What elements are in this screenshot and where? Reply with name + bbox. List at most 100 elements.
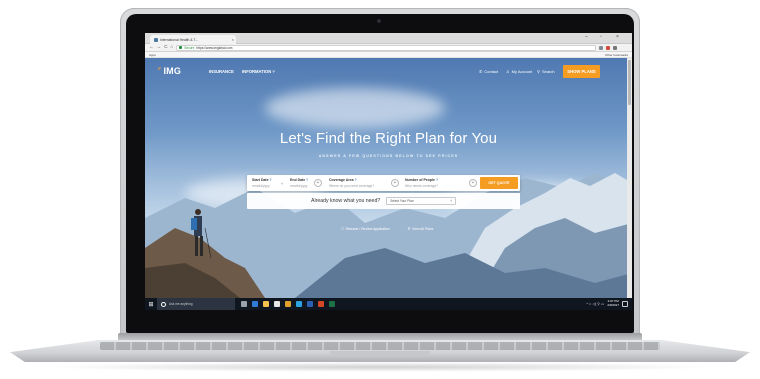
- coverage-area-label: Coverage Area: [329, 178, 354, 182]
- get-quote-button[interactable]: GET QUOTE: [480, 177, 518, 189]
- help-icon[interactable]: ?: [355, 178, 357, 182]
- close-window-button[interactable]: ×: [616, 34, 619, 40]
- cortana-icon: [161, 301, 166, 307]
- chrome-icon[interactable]: [285, 301, 291, 307]
- user-icon: ♙: [506, 69, 510, 74]
- coverage-area-field[interactable]: Coverage Area? Where do you need coverag…: [329, 178, 374, 188]
- help-icon[interactable]: ?: [436, 178, 438, 182]
- back-button[interactable]: ←: [149, 45, 154, 50]
- notifications-icon[interactable]: [622, 301, 628, 307]
- nav-contact-label: Contact: [484, 69, 499, 74]
- system-tray: ^ ⌂ ◁) ⚲ ▭ 2:07 PM 2/9/2017: [586, 300, 632, 307]
- know-label: Already know what you need?: [311, 198, 381, 204]
- end-date-label: End Date: [290, 178, 306, 182]
- view-all-plans-label: View All Plans: [412, 226, 434, 231]
- show-plans-button[interactable]: SHOW PLANS: [563, 65, 600, 78]
- hero-title: Let's Find the Right Plan for You: [279, 130, 498, 147]
- plan-select-value: Select Your Plan: [390, 199, 414, 203]
- laptop-screen: International Health & T... × – ▫ × ← → …: [145, 33, 632, 310]
- excel-icon[interactable]: [329, 301, 335, 307]
- word-icon[interactable]: [307, 301, 313, 307]
- browser-tab[interactable]: International Health & T... ×: [150, 35, 236, 44]
- webcam: [377, 19, 381, 23]
- hero-subtitle: ANSWER A FEW QUESTIONS BELOW TO SEE PRIC…: [318, 154, 459, 158]
- lock-icon: [179, 46, 183, 49]
- reload-button[interactable]: C: [164, 45, 167, 50]
- resume-application-link[interactable]: □ Resume / Review Application: [341, 226, 390, 231]
- taskbar-apps: [241, 301, 335, 307]
- plan-select[interactable]: Select Your Plan ˅: [386, 197, 457, 205]
- search-icon: ⚲: [537, 69, 540, 74]
- quote-form: Start Date? mm/dd/yyyy ˅ End Date? mm/dd…: [247, 175, 520, 191]
- cortana-search[interactable]: Ask me anything: [157, 298, 235, 310]
- secure-label: Secure: [184, 45, 195, 50]
- extension-icon[interactable]: [606, 45, 611, 50]
- store-icon[interactable]: [274, 301, 280, 307]
- document-icon: □: [341, 226, 344, 231]
- edge-icon[interactable]: [252, 301, 258, 307]
- secondary-links: □ Resume / Review Application ≡ View All…: [341, 226, 433, 231]
- number-of-people-field[interactable]: Number of People? Who needs coverage?: [405, 178, 438, 188]
- img-logo[interactable]: ⌜ IMG: [158, 66, 181, 76]
- task-view-icon[interactable]: [241, 301, 247, 307]
- nav-my-account[interactable]: ♙ My Account: [506, 69, 532, 74]
- add-icon[interactable]: +: [391, 179, 399, 187]
- bookmark-apps[interactable]: Apps: [149, 53, 156, 57]
- start-date-field[interactable]: Start Date? mm/dd/yyyy: [252, 178, 272, 188]
- nav-account-label: My Account: [511, 69, 533, 74]
- logo-text: IMG: [163, 66, 182, 76]
- home-button[interactable]: ⌂: [171, 45, 174, 50]
- add-icon[interactable]: +: [314, 179, 322, 187]
- tray-icons[interactable]: ^ ⌂ ◁) ⚲ ▭: [586, 302, 604, 306]
- nav-contact[interactable]: ✆ Contact: [479, 69, 498, 74]
- start-button[interactable]: ⊞: [145, 301, 157, 308]
- resume-application-label: Resume / Review Application: [345, 226, 390, 231]
- nav-insurance[interactable]: INSURANCE: [209, 69, 234, 74]
- clock[interactable]: 2:07 PM 2/9/2017: [607, 300, 619, 307]
- url-text: https://www.imglobal.com: [196, 45, 233, 50]
- number-of-people-input[interactable]: Who needs coverage?: [405, 184, 438, 188]
- nav-search-label: Search: [541, 69, 555, 74]
- other-bookmarks[interactable]: Other bookmarks: [605, 53, 628, 57]
- powerpoint-icon[interactable]: [318, 301, 324, 307]
- list-icon: ≡: [407, 226, 411, 231]
- tab-close-icon[interactable]: ×: [232, 37, 236, 42]
- windows-taskbar: ⊞ Ask me anything ^ ⌂ ◁) ⚲ ▭ 2:07 PM 2/9…: [145, 298, 632, 310]
- address-bar[interactable]: Secure https://www.imglobal.com: [176, 44, 597, 51]
- nav-search[interactable]: ⚲ Search: [537, 69, 555, 74]
- nav-information[interactable]: INFORMATION ˅: [242, 69, 275, 74]
- extension-icon[interactable]: [599, 45, 604, 50]
- maximize-button[interactable]: ▫: [600, 34, 602, 40]
- logo-mark-icon: ⌜: [158, 68, 162, 75]
- browser-toolbar: ← → C ⌂ Secure https://www.imglobal.com: [145, 44, 632, 52]
- chevron-down-icon: ˅: [281, 182, 284, 186]
- skype-icon[interactable]: [296, 301, 302, 307]
- site-header: ⌜ IMG INSURANCE INFORMATION ˅ ✆ Contact …: [145, 58, 632, 80]
- help-icon[interactable]: ?: [270, 178, 272, 182]
- view-all-plans-link[interactable]: ≡ View All Plans: [408, 226, 434, 231]
- favicon-icon: [154, 37, 158, 42]
- keyboard-edge: [100, 342, 660, 350]
- coverage-area-input[interactable]: Where do you need coverage?: [329, 184, 374, 188]
- add-icon[interactable]: +: [469, 179, 477, 187]
- explorer-icon[interactable]: [263, 301, 269, 307]
- tab-title: International Health & T...: [160, 37, 199, 42]
- phone-icon: ✆: [479, 69, 483, 74]
- webpage-hero: ⌜ IMG INSURANCE INFORMATION ˅ ✆ Contact …: [145, 58, 632, 298]
- browser-tab-strip: International Health & T... × – ▫ ×: [145, 33, 632, 44]
- number-of-people-label: Number of People: [405, 178, 435, 182]
- start-date-label: Start Date: [252, 178, 269, 182]
- cortana-placeholder: Ask me anything: [169, 302, 193, 306]
- trackpad-lip: [330, 351, 430, 357]
- laptop-shadow: [40, 362, 720, 372]
- help-icon[interactable]: ?: [306, 178, 308, 182]
- scrollbar-thumb[interactable]: [628, 60, 631, 105]
- minimize-button[interactable]: –: [585, 34, 588, 40]
- end-date-input[interactable]: mm/dd/yyyy: [290, 184, 308, 188]
- menu-icon[interactable]: [613, 45, 618, 50]
- start-date-input[interactable]: mm/dd/yyyy: [252, 184, 272, 188]
- end-date-field[interactable]: End Date? mm/dd/yyyy: [290, 178, 308, 188]
- clock-date: 2/9/2017: [607, 303, 619, 307]
- chevron-down-icon: ˅: [450, 199, 453, 203]
- forward-button[interactable]: →: [157, 45, 162, 50]
